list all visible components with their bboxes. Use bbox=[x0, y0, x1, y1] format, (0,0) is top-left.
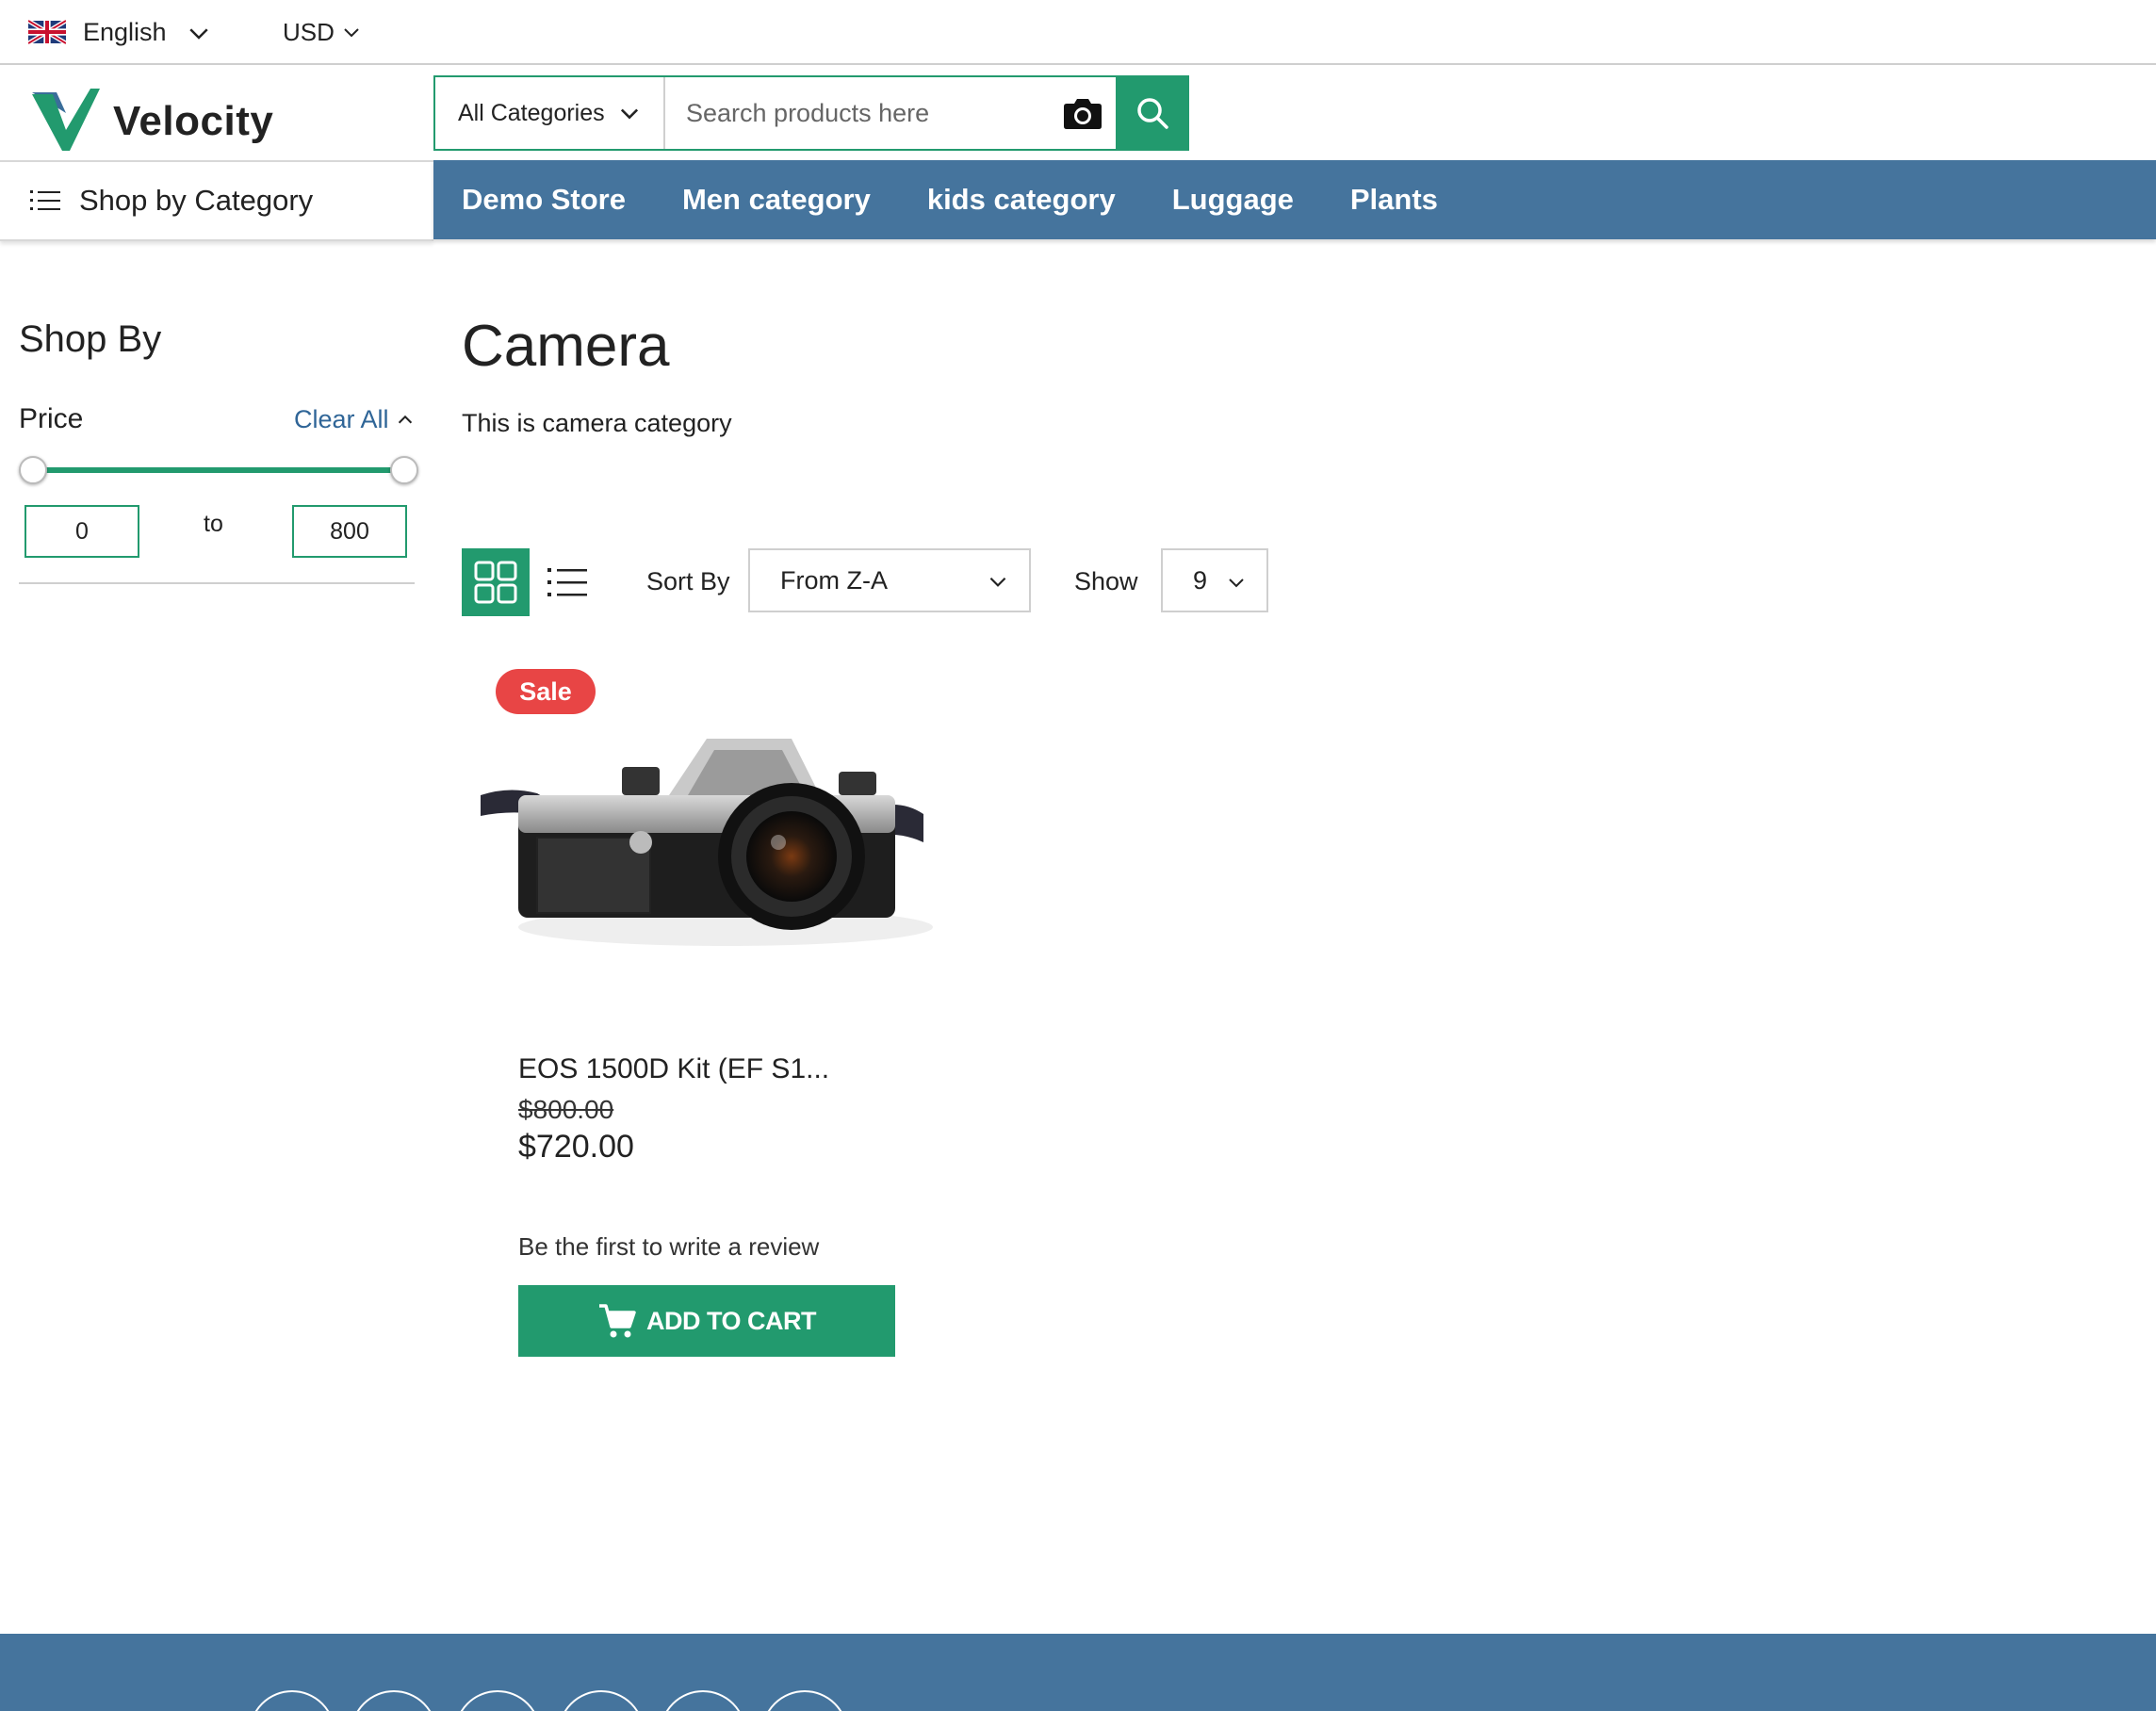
list-view-button[interactable] bbox=[545, 558, 590, 607]
product-sale-price: $720.00 bbox=[518, 1129, 634, 1165]
sale-badge: Sale bbox=[496, 669, 596, 714]
sidebar-title: Shop By bbox=[19, 318, 162, 360]
show-label: Show bbox=[1074, 567, 1138, 595]
nav-item-plants[interactable]: Plants bbox=[1350, 183, 1438, 217]
product-original-price: $800.00 bbox=[518, 1095, 614, 1124]
main-navigation: Demo Store Men category kids category Lu… bbox=[433, 160, 2156, 239]
nav-item-luggage[interactable]: Luggage bbox=[1172, 183, 1294, 217]
language-label: English bbox=[83, 17, 167, 46]
shop-by-category-label: Shop by Category bbox=[79, 184, 314, 217]
search-bar: All Categories bbox=[433, 75, 1189, 151]
price-min-handle[interactable] bbox=[19, 456, 47, 484]
currency-selector[interactable]: USD bbox=[283, 13, 363, 51]
sidebar-divider bbox=[19, 582, 415, 584]
chevron-down-icon bbox=[620, 108, 639, 120]
search-category-label: All Categories bbox=[458, 99, 605, 126]
show-per-page-select[interactable]: 9 bbox=[1161, 548, 1268, 612]
price-range-slider[interactable] bbox=[19, 454, 418, 486]
search-category-select[interactable]: All Categories bbox=[435, 77, 665, 149]
shopping-cart-icon bbox=[599, 1304, 636, 1338]
brand-name: Velocity bbox=[113, 98, 274, 144]
search-input[interactable] bbox=[665, 77, 1050, 149]
price-slider-track bbox=[32, 467, 405, 473]
search-button[interactable] bbox=[1116, 75, 1189, 151]
clear-all-label: Clear All bbox=[294, 405, 389, 433]
product-name-link[interactable]: EOS 1500D Kit (EF S1... bbox=[518, 1053, 829, 1085]
shop-by-category-button[interactable]: Shop by Category bbox=[0, 160, 433, 241]
sort-by-label: Sort By bbox=[646, 567, 730, 595]
chevron-up-icon bbox=[398, 415, 412, 423]
chevron-down-icon bbox=[1229, 578, 1244, 588]
nav-item-kids-category[interactable]: kids category bbox=[927, 183, 1116, 217]
uk-flag-icon bbox=[28, 20, 66, 44]
add-to-cart-button[interactable]: ADD TO CART bbox=[518, 1285, 895, 1357]
velocity-logo-icon bbox=[32, 89, 100, 151]
currency-label: USD bbox=[283, 17, 335, 46]
price-max-handle[interactable] bbox=[390, 456, 418, 484]
category-title: Camera bbox=[462, 314, 670, 379]
price-min-input[interactable] bbox=[24, 505, 139, 558]
chevron-down-icon[interactable] bbox=[185, 19, 213, 47]
grid-view-icon bbox=[474, 561, 517, 604]
footer bbox=[0, 1634, 2156, 1711]
footer-social-icon[interactable] bbox=[454, 1690, 541, 1711]
list-view-icon bbox=[547, 568, 587, 596]
image-search-button[interactable] bbox=[1050, 77, 1116, 149]
search-icon bbox=[1137, 98, 1168, 129]
top-bar: English USD bbox=[0, 0, 2156, 65]
show-per-page-value: 9 bbox=[1193, 565, 1208, 595]
category-description: This is camera category bbox=[462, 409, 732, 437]
sort-by-select[interactable]: From Z-A bbox=[748, 548, 1031, 612]
price-filter-label: Price bbox=[19, 403, 84, 434]
footer-social-icon[interactable] bbox=[249, 1690, 335, 1711]
price-to-label: to bbox=[204, 511, 223, 537]
language-selector[interactable]: English bbox=[28, 13, 167, 51]
write-review-link[interactable]: Be the first to write a review bbox=[518, 1232, 819, 1262]
nav-item-demo-store[interactable]: Demo Store bbox=[462, 183, 626, 217]
add-to-cart-label: ADD TO CART bbox=[646, 1306, 817, 1335]
camera-icon bbox=[1064, 99, 1102, 129]
footer-social-icon[interactable] bbox=[660, 1690, 746, 1711]
footer-social-icon[interactable] bbox=[351, 1690, 437, 1711]
footer-social-icon[interactable] bbox=[558, 1690, 645, 1711]
clear-all-link[interactable]: Clear All bbox=[294, 405, 416, 434]
sort-by-value: From Z-A bbox=[780, 565, 888, 595]
grid-view-button[interactable] bbox=[462, 548, 530, 616]
chevron-down-icon bbox=[989, 577, 1006, 587]
menu-list-icon bbox=[30, 190, 60, 210]
chevron-down-icon bbox=[344, 28, 359, 38]
brand-logo[interactable]: Velocity bbox=[32, 89, 273, 155]
nav-item-men-category[interactable]: Men category bbox=[682, 183, 871, 217]
footer-social-icon[interactable] bbox=[761, 1690, 848, 1711]
price-max-input[interactable] bbox=[292, 505, 407, 558]
